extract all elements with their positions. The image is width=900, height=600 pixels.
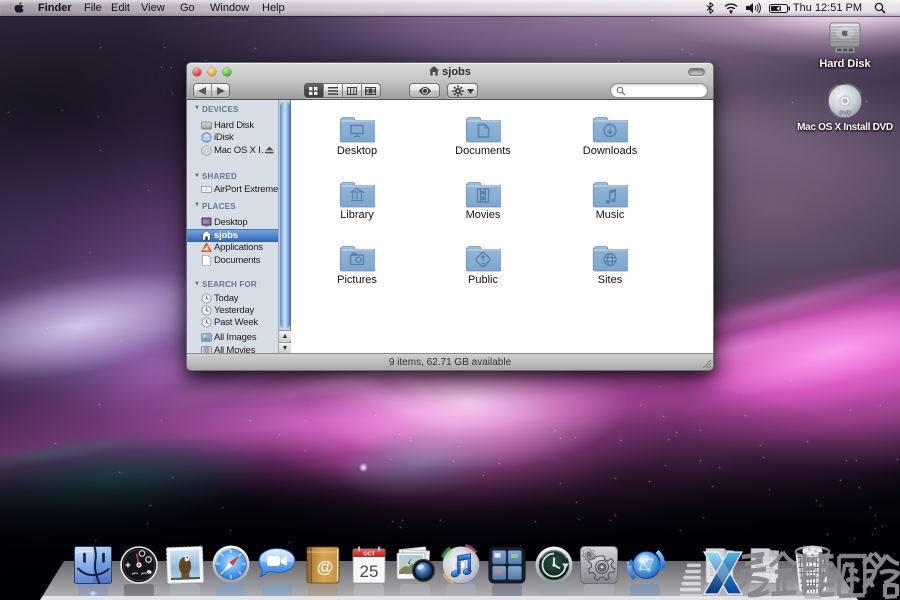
svg-text:AOL: AOL (714, 578, 725, 584)
svg-text:25: 25 (360, 562, 379, 581)
svg-text:AOL: AOL (759, 578, 770, 584)
svg-text:OCT: OCT (363, 552, 375, 558)
svg-text:@: @ (317, 558, 334, 577)
svg-text:DVD: DVD (839, 111, 851, 117)
